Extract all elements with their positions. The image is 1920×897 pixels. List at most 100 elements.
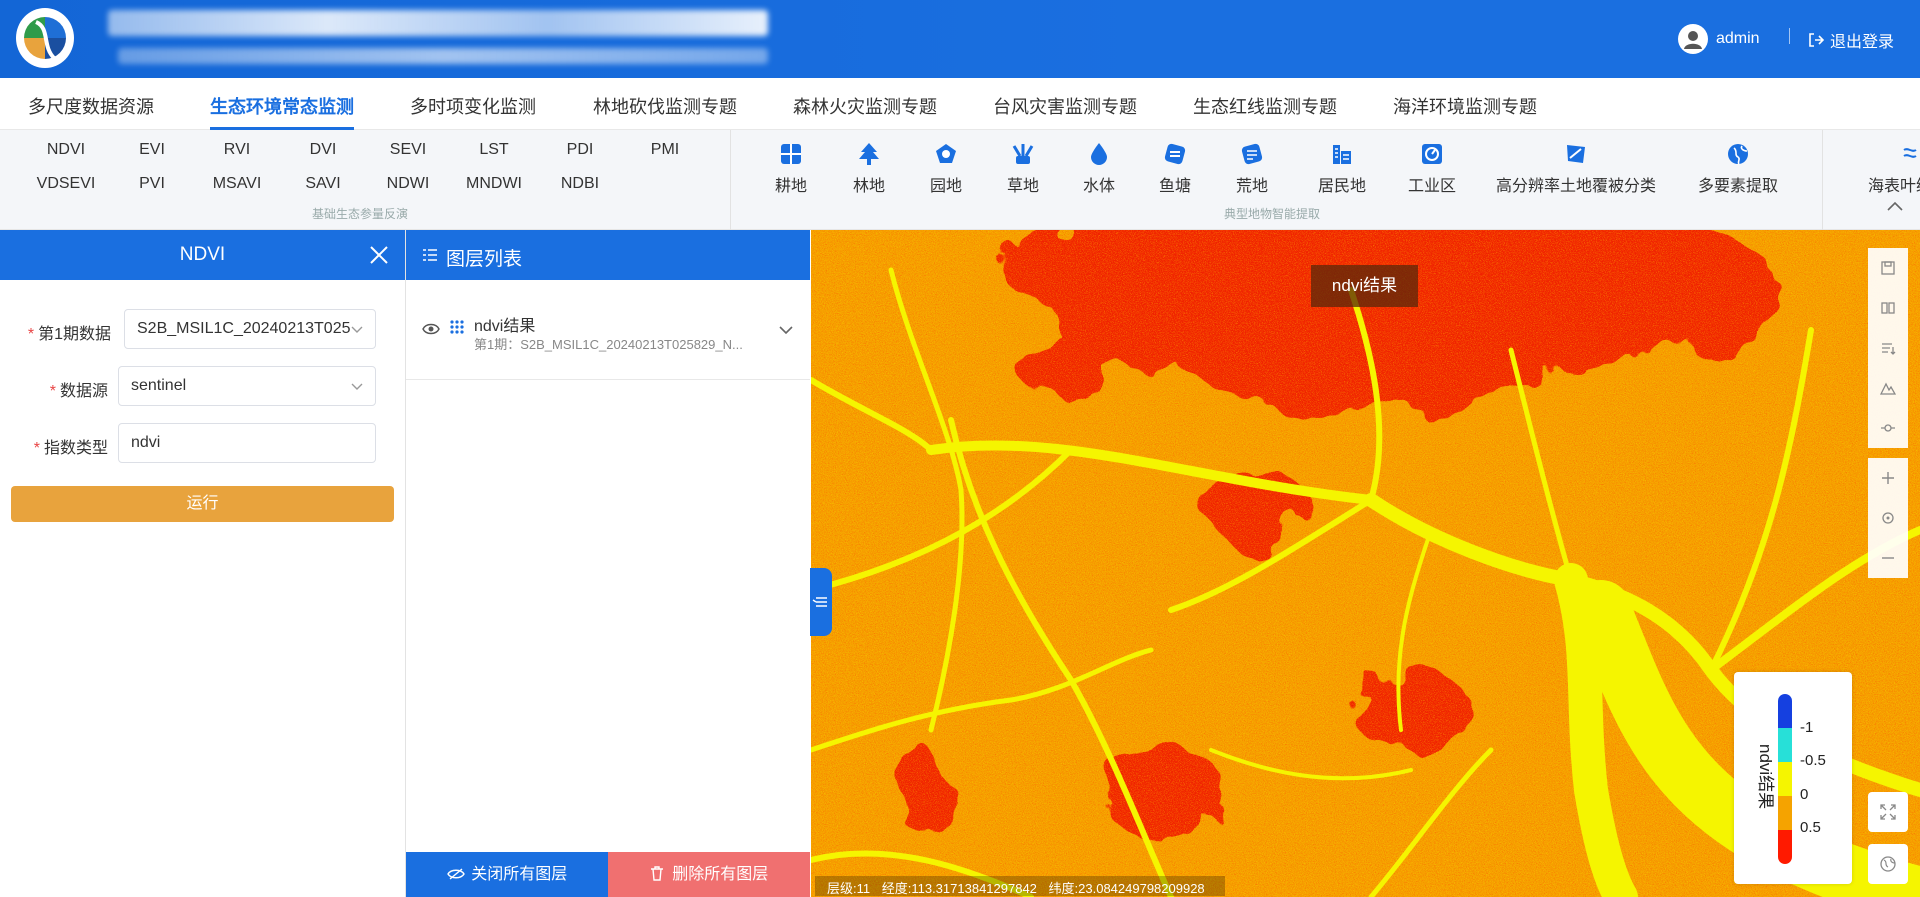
globe-icon [1880, 856, 1896, 872]
index-type-input[interactable]: ndvi [118, 423, 376, 463]
menu-fold-icon [812, 597, 827, 607]
compare-tool-button[interactable] [1868, 288, 1908, 328]
legend-color-bar [1778, 694, 1792, 864]
locate-button[interactable] [1868, 498, 1908, 538]
feature-label: 园地 [930, 178, 963, 195]
select-value: sentinel [131, 377, 187, 394]
fullscreen-icon [1880, 804, 1896, 820]
tab-marine-environment[interactable]: 海洋环境监测专题 [1393, 93, 1537, 119]
tab-deforestation[interactable]: 林地砍伐监测专题 [593, 93, 737, 119]
feature-farmland[interactable]: 耕地 [775, 142, 807, 196]
index-pdi[interactable]: PDI [540, 141, 620, 159]
feature-industrial[interactable]: 工业区 [1408, 142, 1456, 196]
index-msavi[interactable]: MSAVI [197, 175, 277, 193]
index-evi[interactable]: EVI [112, 141, 192, 159]
map-legend: ndvi结果 -1 -0.5 0 0.5 [1734, 672, 1852, 884]
layer-list-header: 图层列表 [406, 230, 810, 280]
compare-icon [1881, 302, 1895, 314]
data-source-select[interactable]: sentinel [118, 366, 376, 406]
feature-residential[interactable]: 居民地 [1318, 142, 1366, 196]
index-rvi[interactable]: RVI [197, 141, 277, 159]
ndvi-panel-header: NDVI [0, 230, 405, 280]
fullscreen-button[interactable] [1868, 792, 1908, 832]
feature-wasteland[interactable]: 荒地 [1236, 142, 1268, 196]
longitude-readout: 经度:113.31713841297842 [881, 881, 1037, 896]
index-ndwi[interactable]: NDWI [368, 175, 448, 193]
toolbar-divider [1822, 130, 1823, 230]
zoom-in-button[interactable] [1868, 458, 1908, 498]
feature-label: 耕地 [775, 178, 808, 195]
collapse-toolbar-icon[interactable] [1886, 200, 1904, 212]
panel-title: NDVI [179, 244, 226, 265]
tab-forest-fire[interactable]: 森林火灾监测专题 [793, 93, 937, 119]
eye-off-icon [446, 868, 465, 880]
tab-typhoon[interactable]: 台风灾害监测专题 [993, 93, 1137, 119]
terrain-tool-button[interactable] [1868, 368, 1908, 408]
feature-sea-surface[interactable]: 海表叶绿 [1868, 142, 1920, 196]
feature-fishpond[interactable]: 鱼塘 [1159, 142, 1191, 196]
map-tools [1868, 248, 1908, 578]
save-tool-button[interactable] [1868, 248, 1908, 288]
index-dvi[interactable]: DVI [283, 141, 363, 159]
user-menu[interactable]: admin [1678, 24, 1760, 54]
feature-label: 草地 [1007, 178, 1040, 195]
collapse-panel-tab[interactable] [810, 568, 832, 636]
drag-handle-icon[interactable] [450, 320, 464, 334]
logout-button[interactable]: 退出登录 [1808, 28, 1894, 52]
delete-all-layers-button[interactable]: 删除所有图层 [608, 852, 810, 897]
select-value: S2B_MSIL1C_20240213T025 [137, 320, 351, 337]
index-savi[interactable]: SAVI [283, 175, 363, 193]
user-name: admin [1716, 30, 1760, 47]
form-row-source: * 数据源 sentinel [0, 366, 405, 406]
feature-forest[interactable]: 林地 [853, 142, 885, 196]
chevron-down-icon[interactable] [778, 324, 794, 336]
index-ndbi[interactable]: NDBI [540, 175, 620, 193]
feature-grass[interactable]: 草地 [1007, 142, 1039, 196]
map-status-bar: 层级:11 经度:113.31713841297842 纬度:23.084249… [815, 876, 1225, 896]
feature-label: 多要素提取 [1698, 178, 1779, 195]
feature-water[interactable]: 水体 [1083, 142, 1115, 196]
chevron-down-icon [351, 326, 363, 333]
node-icon [1881, 424, 1895, 432]
measure-tool-button[interactable] [1868, 408, 1908, 448]
tab-multiscale-data[interactable]: 多尺度数据资源 [28, 93, 154, 119]
avatar [1678, 24, 1708, 54]
app-logo [16, 8, 74, 68]
main-tab-bar: 多尺度数据资源 生态环境常态监测 多时项变化监测 林地砍伐监测专题 森林火灾监测… [0, 78, 1920, 130]
index-pmi[interactable]: PMI [625, 141, 705, 159]
index-vdsevi[interactable]: VDSEVI [26, 175, 106, 193]
tab-change-monitoring[interactable]: 多时项变化监测 [410, 93, 536, 119]
run-button[interactable]: 运行 [11, 486, 394, 522]
grass-icon [1012, 144, 1034, 164]
feature-multi-element[interactable]: 多要素提取 [1698, 142, 1778, 196]
indices-group-caption: 基础生态参量反演 [312, 207, 409, 221]
layer-item[interactable]: ndvi结果 第1期：S2B_MSIL1C_20240213T025829_N.… [406, 280, 810, 380]
tab-ecological-redline[interactable]: 生态红线监测专题 [1193, 93, 1337, 119]
feature-label: 水体 [1083, 178, 1116, 195]
field-label: * 指数类型 [33, 440, 108, 457]
industrial-icon [1422, 144, 1442, 164]
index-pvi[interactable]: PVI [112, 175, 192, 193]
form-row-index-type: * 指数类型 ndvi [0, 423, 405, 463]
zoom-out-button[interactable] [1868, 538, 1908, 578]
index-mndwi[interactable]: MNDWI [454, 175, 534, 193]
eye-icon[interactable] [422, 322, 440, 336]
feature-land-cover[interactable]: 高分辨率土地覆被分类 [1496, 142, 1656, 196]
logout-label: 退出登录 [1830, 34, 1895, 51]
index-ndvi[interactable]: NDVI [26, 141, 106, 159]
sort-tool-button[interactable] [1868, 328, 1908, 368]
close-icon[interactable] [368, 244, 390, 266]
latitude-readout: 纬度:23.084249798209928 [1048, 881, 1205, 896]
feature-garden[interactable]: 园地 [930, 142, 962, 196]
tab-ecological-monitoring[interactable]: 生态环境常态监测 [210, 93, 354, 130]
globe-icon [1728, 144, 1748, 165]
index-lst[interactable]: LST [454, 141, 534, 159]
index-sevi[interactable]: SEVI [368, 141, 448, 159]
plus-icon [1882, 472, 1894, 484]
land-cover-icon [1567, 145, 1585, 163]
legend-tick: -0.5 [1800, 752, 1826, 769]
period1-data-select[interactable]: S2B_MSIL1C_20240213T025 [124, 309, 376, 349]
field-label: * 数据源 [49, 383, 108, 400]
close-all-layers-button[interactable]: 关闭所有图层 [406, 852, 608, 897]
basemap-button[interactable] [1868, 844, 1908, 884]
